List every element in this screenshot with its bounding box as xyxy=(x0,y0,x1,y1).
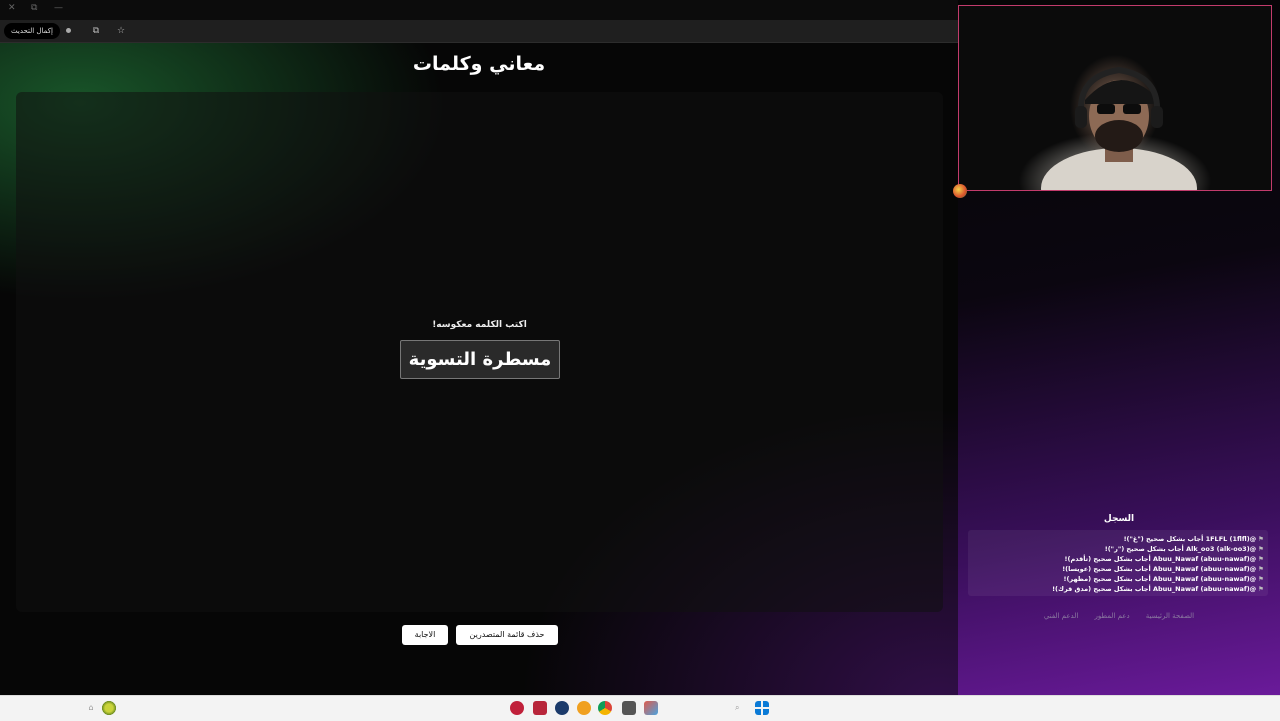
log-entry-icon: ⚑ xyxy=(1258,555,1264,563)
word-display: مسطرة التسوية xyxy=(400,340,560,379)
game-page: معاني وكلمات اكتب الكلمه معكوسه! مسطرة ا… xyxy=(0,43,958,695)
log-entry: ⚑@(alk-oo3) Alk_oo3 أجاب بشكل صحيح ("ر")… xyxy=(1104,545,1264,553)
page-title: معاني وكلمات xyxy=(412,53,546,75)
app-icon-3[interactable] xyxy=(577,701,591,715)
app-icon-2[interactable] xyxy=(533,701,547,715)
steam-icon[interactable] xyxy=(555,701,569,715)
webcam-overlay xyxy=(958,5,1272,191)
search-icon[interactable]: ⌕ xyxy=(735,701,743,715)
tech-support-link[interactable]: الدعم الفني xyxy=(1044,612,1078,620)
app-icon-4[interactable] xyxy=(644,701,658,715)
restore-window-icon[interactable]: ⧉ xyxy=(31,3,37,13)
stream-badge-icon xyxy=(953,184,967,198)
log-entry-icon: ⚑ xyxy=(1258,545,1264,553)
log-entry-icon: ⚑ xyxy=(1258,535,1264,543)
streamer-image xyxy=(1041,66,1197,190)
footer-links: الصفحة الرئيسية دعم المطور الدعم الفني xyxy=(958,612,1280,620)
log-entry-icon: ⚑ xyxy=(1258,585,1264,593)
log-entry: ⚑@(abuu-nawaf) Abuu_Nawaf أجاب بشكل صحيح… xyxy=(1062,565,1264,573)
clear-leaderboard-button[interactable]: حذف قائمة المتصدرين xyxy=(456,625,558,645)
log-entry: ⚑@(1flfl) 1FLFL أجاب بشكل صحيح ("غ")! xyxy=(1123,535,1264,543)
log-entry-icon: ⚑ xyxy=(1258,575,1264,583)
support-developer-link[interactable]: دعم المطور xyxy=(1095,612,1130,620)
answer-button[interactable]: الاجابة xyxy=(402,625,448,645)
browser-toolbar: إكمال التحديث ⧉ ☆ xyxy=(0,20,958,43)
game-card: اكتب الكلمه معكوسه! مسطرة التسوية xyxy=(16,92,943,612)
log-entry: ⚑@(abuu-nawaf) Abuu_Nawaf أجاب بشكل صحيح… xyxy=(1063,575,1265,583)
chrome-icon[interactable] xyxy=(598,701,612,715)
network-icon[interactable]: ⌂ xyxy=(86,701,96,715)
update-button[interactable]: إكمال التحديث xyxy=(4,23,60,39)
taskbar: ⌂ ⌕ xyxy=(0,695,1280,721)
tray-app-icon[interactable] xyxy=(102,701,116,715)
log-entry-icon: ⚑ xyxy=(1258,565,1264,573)
log-title: السجل xyxy=(1103,514,1135,524)
bookmark-star-icon[interactable]: ☆ xyxy=(114,24,128,38)
home-link[interactable]: الصفحة الرئيسية xyxy=(1146,612,1194,620)
log-list: ⚑@(1flfl) 1FLFL أجاب بشكل صحيح ("غ")! ⚑@… xyxy=(968,530,1268,596)
log-entry: ⚑@(abuu-nawaf) Abuu_Nawaf أجاب بشكل صحيح… xyxy=(1064,555,1264,563)
file-explorer-icon[interactable] xyxy=(622,701,636,715)
instruction-text: اكتب الكلمه معكوسه! xyxy=(432,320,527,330)
profile-icon[interactable] xyxy=(61,24,75,38)
minimize-window-icon[interactable]: — xyxy=(54,3,63,13)
app-icon-1[interactable] xyxy=(510,701,524,715)
log-entry: ⚑@(abuu-nawaf) Abuu_Nawaf أجاب بشكل صحيح… xyxy=(1052,585,1264,593)
close-window-icon[interactable]: ✕ xyxy=(8,3,16,13)
windows-start-icon[interactable] xyxy=(755,701,769,715)
extensions-icon[interactable]: ⧉ xyxy=(89,24,103,38)
